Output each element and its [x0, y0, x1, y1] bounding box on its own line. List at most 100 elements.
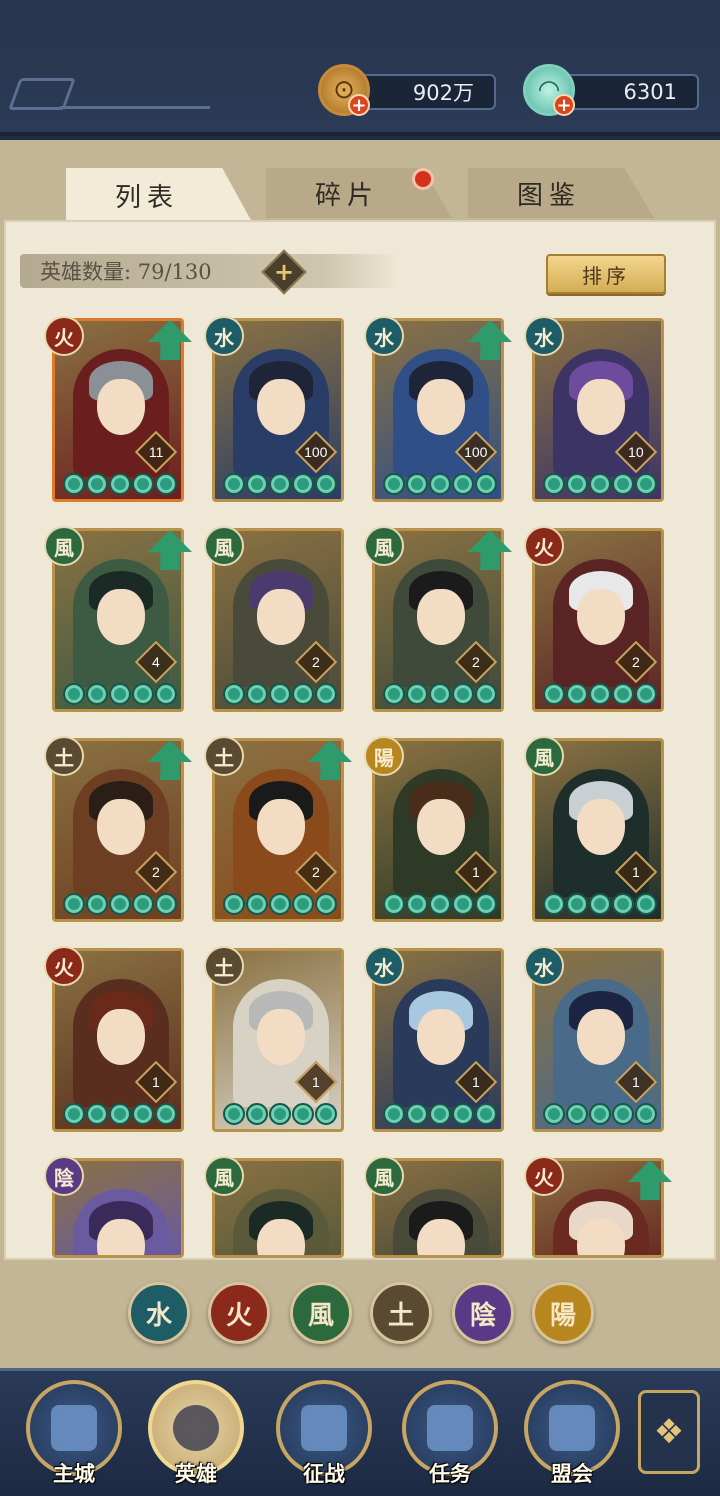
- jade-star-icon: [269, 893, 291, 915]
- jade-star-icon: [155, 1103, 177, 1125]
- hero-portrait-icon: [173, 1405, 219, 1451]
- hero-level: 2: [312, 863, 320, 880]
- alliance-pavilion-icon: [549, 1405, 595, 1451]
- hero-star-row: [221, 1103, 339, 1125]
- jade-star-icon: [635, 1103, 657, 1125]
- hero-level: 1: [472, 863, 480, 880]
- element-badge: 土: [44, 736, 84, 776]
- jade-star-icon: [292, 1103, 314, 1125]
- jade-star-icon: [612, 893, 634, 915]
- jade-star-icon: [429, 1103, 451, 1125]
- element-badge: 陽: [364, 736, 404, 776]
- hero-star-row: [541, 1103, 659, 1125]
- sort-button[interactable]: 排序: [546, 254, 666, 294]
- coin-amount: 902万: [412, 81, 474, 105]
- jade-star-icon: [475, 893, 497, 915]
- jade-star-icon: [155, 473, 177, 495]
- hero-face: [417, 799, 465, 855]
- task-scroll-icon: [427, 1405, 473, 1451]
- hero-level: 11: [148, 443, 164, 460]
- hero-face: [257, 799, 305, 855]
- jade-star-icon: [63, 893, 85, 915]
- element-badge: 土: [204, 736, 244, 776]
- hero-face: [577, 1009, 625, 1065]
- tab-list[interactable]: 列表: [66, 168, 252, 222]
- jade-star-icon: [543, 473, 565, 495]
- element-badge: 水: [524, 946, 564, 986]
- shell-amount: 6301: [623, 80, 677, 104]
- jade-star-icon: [543, 683, 565, 705]
- hero-face: [257, 1219, 305, 1255]
- filter-yang-button[interactable]: 陽: [532, 1282, 594, 1344]
- hero-face: [257, 589, 305, 645]
- hero-star-row: [61, 683, 179, 705]
- jade-star-icon: [109, 473, 131, 495]
- hero-star-row: [381, 473, 499, 495]
- hero-face: [417, 1219, 465, 1255]
- hero-level: 2: [632, 653, 640, 670]
- jade-star-icon: [132, 683, 154, 705]
- jade-star-icon: [635, 473, 657, 495]
- jade-star-icon: [429, 473, 451, 495]
- jade-star-icon: [383, 473, 405, 495]
- jade-star-icon: [406, 473, 428, 495]
- jade-star-icon: [246, 1103, 268, 1125]
- jade-star-icon: [475, 473, 497, 495]
- jade-star-icon: [223, 893, 245, 915]
- hero-face: [97, 1009, 145, 1065]
- element-badge: 土: [204, 946, 244, 986]
- jade-star-icon: [292, 893, 314, 915]
- filter-fire-button[interactable]: 火: [208, 1282, 270, 1344]
- hero-level: 2: [312, 653, 320, 670]
- jade-star-icon: [132, 473, 154, 495]
- add-shells-button[interactable]: +: [553, 94, 575, 116]
- hero-face: [577, 1219, 625, 1255]
- jade-star-icon: [589, 473, 611, 495]
- jade-star-icon: [246, 893, 268, 915]
- flower-menu-icon: ❖: [653, 1412, 685, 1452]
- jade-star-icon: [635, 893, 657, 915]
- jade-star-icon: [155, 893, 177, 915]
- war-drum-icon: [301, 1405, 347, 1451]
- jade-star-icon: [566, 1103, 588, 1125]
- hero-level: 1: [632, 1073, 640, 1090]
- jade-star-icon: [406, 1103, 428, 1125]
- filter-yin-button[interactable]: 陰: [452, 1282, 514, 1344]
- jade-star-icon: [223, 1103, 245, 1125]
- filter-wind-button[interactable]: 風: [290, 1282, 352, 1344]
- nav-label: 英雄: [175, 1461, 217, 1486]
- element-badge: 風: [524, 736, 564, 776]
- jade-star-icon: [612, 683, 634, 705]
- add-coins-button[interactable]: +: [348, 94, 370, 116]
- nav-label: 主城: [53, 1461, 95, 1486]
- jade-star-icon: [589, 893, 611, 915]
- hero-star-row: [61, 473, 179, 495]
- jade-star-icon: [315, 473, 337, 495]
- hero-star-row: [61, 893, 179, 915]
- jade-star-icon: [612, 1103, 634, 1125]
- hero-level: 1: [152, 1073, 160, 1090]
- hero-level: 100: [304, 443, 328, 460]
- hero-level: 2: [472, 653, 480, 670]
- notification-dot: [412, 168, 434, 190]
- filter-earth-button[interactable]: 土: [370, 1282, 432, 1344]
- jade-star-icon: [269, 1103, 291, 1125]
- filter-water-button[interactable]: 水: [128, 1282, 190, 1344]
- jade-star-icon: [452, 1103, 474, 1125]
- jade-star-icon: [86, 893, 108, 915]
- jade-star-icon: [383, 1103, 405, 1125]
- hero-face: [97, 1219, 145, 1255]
- element-badge: 風: [204, 526, 244, 566]
- hero-face: [257, 1009, 305, 1065]
- jade-star-icon: [155, 683, 177, 705]
- jade-star-icon: [475, 683, 497, 705]
- hero-star-row: [61, 1103, 179, 1125]
- hero-face: [577, 589, 625, 645]
- hero-star-row: [381, 893, 499, 915]
- more-menu-button[interactable]: ❖: [638, 1390, 700, 1474]
- jade-star-icon: [635, 683, 657, 705]
- tab-atlas[interactable]: 图鉴: [468, 168, 654, 218]
- element-badge: 火: [44, 316, 84, 356]
- hero-count-bar: 英雄数量: 79/130: [20, 254, 400, 288]
- jade-star-icon: [383, 893, 405, 915]
